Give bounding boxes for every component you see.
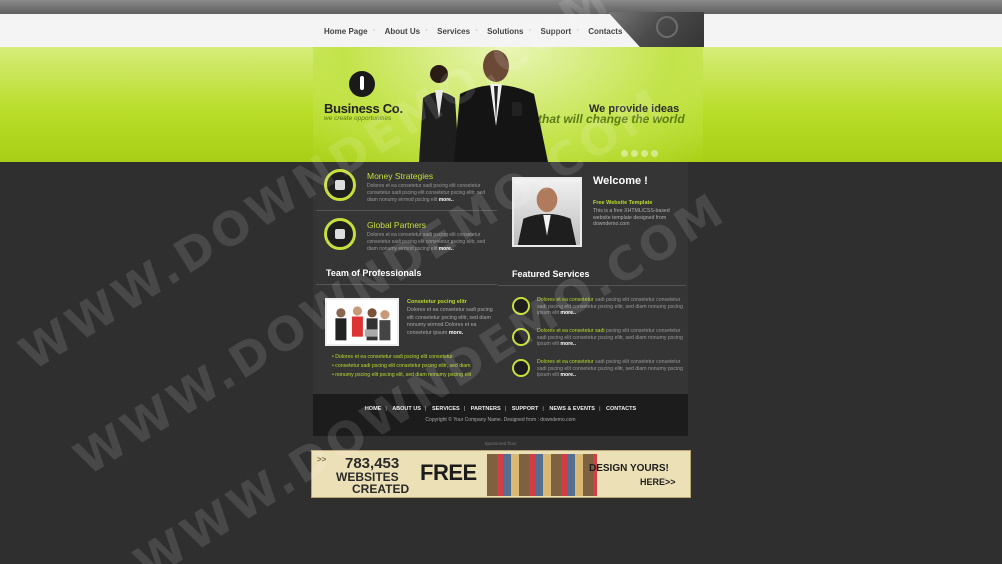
more-link[interactable]: more.. (560, 341, 576, 347)
welcome-title: Welcome ! (593, 175, 648, 187)
footer-link-contacts[interactable]: CONTACTS (606, 406, 636, 412)
service-text: Dolores et ea consetetur sadi pscing eli… (537, 359, 685, 379)
emblem-icon (656, 16, 678, 38)
ad-design: DESIGN YOURS! (589, 463, 669, 474)
nav-home[interactable]: Home Page (318, 27, 379, 36)
ad-free: FREE (420, 460, 477, 485)
ad-banner[interactable]: >> 783,453 WEBSITES CREATED FREE DESIGN … (311, 450, 691, 498)
service-lead[interactable]: Dolores et ea consetetur (537, 359, 594, 365)
microphone-logo-icon (349, 71, 375, 97)
more-link[interactable]: more.. (560, 372, 576, 378)
ad-created: CREATED (352, 482, 410, 496)
handshake-icon (324, 218, 356, 250)
footer-link-partners[interactable]: PARTNERS (471, 406, 501, 412)
nav-services[interactable]: Services (425, 27, 481, 36)
team-title[interactable]: Consetetur pscing elitr (407, 299, 467, 305)
footer-link-support[interactable]: SUPPORT (512, 406, 539, 412)
service-item: Dolores et ea consetetur sadi pscing eli… (510, 359, 685, 387)
ad-thumbnails (487, 454, 597, 496)
nav-about[interactable]: About Us (373, 27, 432, 36)
footer-link-news[interactable]: NEWS & EVENTS (549, 406, 595, 412)
welcome-subtitle: Free Website Template (593, 200, 653, 206)
top-strip (0, 0, 1002, 14)
feature-title[interactable]: Money Strategies (367, 171, 433, 181)
ad-here: HERE>> (640, 477, 676, 487)
